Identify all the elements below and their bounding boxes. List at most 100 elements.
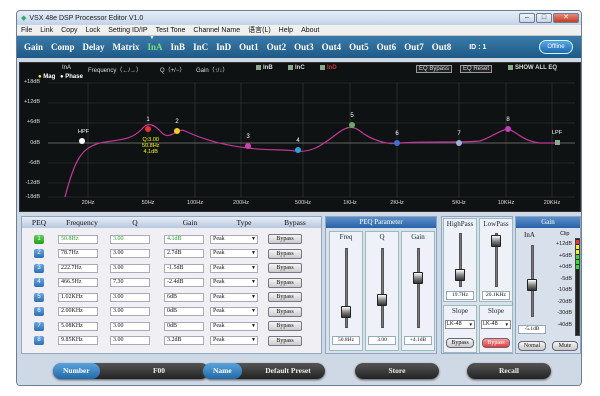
tab-ina[interactable]: InA [144, 28, 167, 58]
type-select[interactable]: Peak [210, 336, 258, 346]
type-select[interactable]: Peak [210, 321, 258, 331]
show-inc-checkbox[interactable]: InC [288, 65, 305, 71]
normal-button[interactable]: Nomal [518, 341, 546, 351]
gain-input[interactable]: 6dB [164, 292, 204, 302]
eq-reset-button[interactable]: EQ Reset [460, 65, 493, 73]
q-input[interactable]: 3.00 [110, 263, 150, 273]
highpass-fader-knob[interactable] [455, 269, 465, 281]
minimize-button[interactable]: – [519, 13, 535, 23]
offline-button[interactable]: Offline [539, 40, 573, 54]
lowpass-bypass-button[interactable]: Bypass [482, 338, 510, 348]
tab-delay[interactable]: Delay [79, 36, 109, 58]
lowpass-fader-knob[interactable] [491, 235, 501, 247]
q-fader-knob[interactable] [377, 294, 387, 306]
tab-matrix[interactable]: Matrix [109, 36, 144, 58]
frequency-input[interactable]: 78.7Hz [58, 249, 98, 259]
gain-value[interactable]: +4.1dB [404, 336, 432, 345]
menu-test-tone[interactable]: Test Tone [156, 27, 186, 34]
gain-input[interactable]: 0dB [164, 321, 204, 331]
type-select[interactable]: Peak [210, 263, 258, 273]
type-select[interactable]: Peak [210, 278, 258, 288]
bypass-button[interactable]: Bypass [268, 335, 302, 346]
tab-out1[interactable]: Out1 [235, 36, 263, 58]
tab-out8[interactable]: Out8 [428, 36, 456, 58]
show-all-eq-checkbox[interactable]: SHOW ALL EQ [508, 65, 557, 71]
eq-graph[interactable]: InA Frequency（←/→） Q（+/−） Gain（↑/↓） InB … [19, 62, 581, 212]
peq-band-button[interactable]: 2 [34, 249, 44, 259]
highpass-slope-select[interactable]: LK-48 [445, 320, 475, 329]
master-gain-fader-knob[interactable] [527, 279, 537, 291]
menu-help[interactable]: Help [279, 27, 293, 34]
peq-band-button[interactable]: 8 [34, 336, 44, 346]
menu-about[interactable]: About [301, 27, 319, 34]
maximize-button[interactable]: □ [536, 13, 552, 23]
menu-setting-id[interactable]: Setting ID/IP [108, 27, 147, 34]
menu-lock[interactable]: Lock [85, 27, 100, 34]
frequency-input[interactable]: 1.02KHz [58, 292, 98, 302]
recall-button[interactable]: Recall [467, 363, 551, 379]
menu-file[interactable]: File [21, 27, 32, 34]
gain-fader-knob[interactable] [413, 272, 423, 284]
peq-band-button[interactable]: 6 [34, 307, 44, 317]
tab-comp[interactable]: Comp [47, 36, 79, 58]
q-input[interactable]: 7.30 [110, 278, 150, 288]
type-select[interactable]: Peak [210, 234, 258, 244]
tab-inc[interactable]: InC [189, 36, 212, 58]
tab-out2[interactable]: Out2 [263, 36, 291, 58]
q-input[interactable]: 3.00 [110, 336, 150, 346]
q-input[interactable]: 3.00 [110, 249, 150, 259]
gain-input[interactable]: -2.4dB [164, 278, 204, 288]
master-gain-value[interactable]: -5.1dB [518, 325, 546, 334]
q-input[interactable]: 3.00 [110, 234, 150, 244]
frequency-input[interactable]: 5.08KHz [58, 321, 98, 331]
tab-out6[interactable]: Out6 [373, 36, 401, 58]
tab-out7[interactable]: Out7 [400, 36, 428, 58]
gain-input[interactable]: 2.7dB [164, 249, 204, 259]
frequency-input[interactable]: 2.00KHz [58, 307, 98, 317]
preset-number-field[interactable]: Number F00 [53, 363, 209, 379]
show-inb-checkbox[interactable]: InB [256, 65, 273, 71]
q-input[interactable]: 3.00 [110, 321, 150, 331]
gain-input[interactable]: 0dB [164, 307, 204, 317]
tab-out4[interactable]: Out4 [318, 36, 346, 58]
menu-link[interactable]: Link [40, 27, 53, 34]
lowpass-slope-select[interactable]: LK-48 [481, 320, 511, 329]
frequency-input[interactable]: 50.8Hz [58, 234, 98, 244]
peq-band-button[interactable]: 4 [34, 278, 44, 288]
frequency-input[interactable]: 466.5Hz [58, 278, 98, 288]
type-select[interactable]: Peak [210, 307, 258, 317]
peq-band-button[interactable]: 1 [34, 234, 44, 244]
highpass-value[interactable]: 19.7Hz [446, 291, 474, 300]
freq-fader-knob[interactable] [341, 306, 351, 318]
bypass-button[interactable]: Bypass [268, 263, 302, 274]
freq-value[interactable]: 50.8Hz [332, 336, 360, 345]
bypass-button[interactable]: Bypass [268, 306, 302, 317]
store-button[interactable]: Store [355, 363, 439, 379]
type-select[interactable]: Peak [210, 292, 258, 302]
q-value[interactable]: 3.00 [368, 336, 396, 345]
bypass-button[interactable]: Bypass [268, 234, 302, 245]
menu-copy[interactable]: Copy [61, 27, 77, 34]
peq-band-button[interactable]: 3 [34, 263, 44, 273]
tab-gain[interactable]: Gain [20, 36, 47, 58]
tab-ind[interactable]: InD [212, 36, 235, 58]
preset-name-field[interactable]: Name Default Preset [203, 363, 325, 379]
q-input[interactable]: 3.00 [110, 307, 150, 317]
bypass-button[interactable]: Bypass [268, 292, 302, 303]
gain-input[interactable]: -1.5dB [164, 263, 204, 273]
gain-input[interactable]: 4.1dB [164, 234, 204, 244]
tab-out5[interactable]: Out5 [345, 36, 373, 58]
menu-channel-name[interactable]: Channel Name [193, 27, 240, 34]
lowpass-value[interactable]: 20.1KHz [482, 291, 510, 300]
close-button[interactable]: ✕ [553, 13, 579, 23]
menu-language[interactable]: 语言(L) [248, 25, 271, 35]
mute-button[interactable]: Mute [552, 341, 578, 351]
bypass-button[interactable]: Bypass [268, 277, 302, 288]
show-ind-checkbox[interactable]: InD [320, 65, 337, 71]
frequency-input[interactable]: 9.85KHz [58, 336, 98, 346]
bypass-button[interactable]: Bypass [268, 321, 302, 332]
tab-inb[interactable]: InB [167, 36, 190, 58]
gain-input[interactable]: 3.2dB [164, 336, 204, 346]
q-input[interactable]: 3.00 [110, 292, 150, 302]
peq-band-button[interactable]: 5 [34, 292, 44, 302]
